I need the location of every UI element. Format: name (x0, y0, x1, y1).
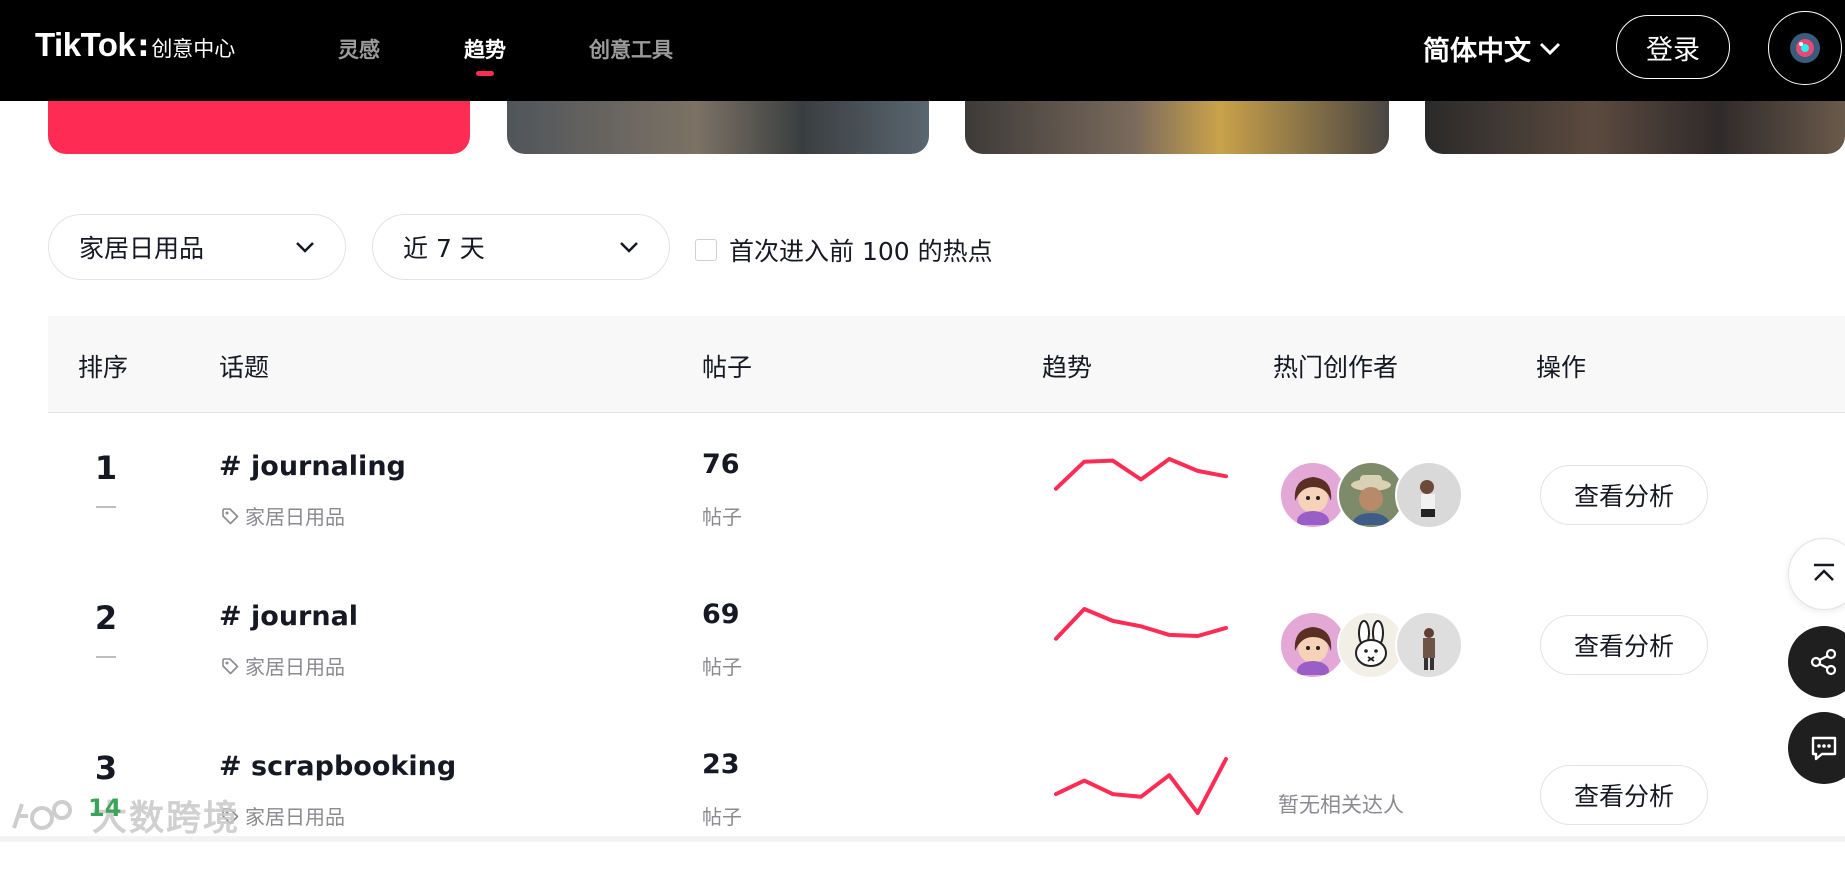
top-creators (1279, 611, 1463, 679)
trend-line (1054, 757, 1228, 815)
top-creators (1279, 461, 1463, 529)
header-creators: 热门创作者 (1273, 353, 1399, 382)
new-to-top100-label: 首次进入前 100 的热点 (729, 237, 993, 266)
creator-avatar[interactable] (1395, 611, 1463, 679)
chat-icon (1811, 736, 1837, 761)
view-analytics-button[interactable]: 查看分析 (1540, 465, 1708, 525)
cartoon-girl-avatar (1294, 477, 1332, 525)
trend-sparkline (1054, 457, 1228, 491)
hat-man-avatar (1351, 475, 1391, 525)
table-row[interactable]: 1 # journaling 家居日用品 76 帖子 查看分析 (0, 427, 1845, 577)
view-analytics-button[interactable]: 查看分析 (1540, 765, 1708, 825)
chevron-down-icon (620, 242, 638, 253)
logo-subtitle: 创意中心 (151, 37, 236, 61)
topic-hashtag[interactable]: # scrapbooking (219, 751, 456, 782)
period-select[interactable]: 近 7 天 (372, 214, 670, 280)
nav-item-creative-tools[interactable]: 创意工具 (589, 34, 673, 64)
view-analytics-button[interactable]: 查看分析 (1540, 615, 1708, 675)
watermark-badge: 14 (88, 794, 122, 822)
share-icon (1810, 648, 1837, 676)
tag-icon (222, 657, 239, 674)
rank-number: 3 (94, 749, 118, 787)
trend-line (1054, 457, 1228, 491)
tiktok-creative-center-logo[interactable]: TikTok : 创意中心 (35, 26, 235, 64)
category-label: 家居日用品 (245, 655, 345, 679)
avatar-icon (1790, 33, 1820, 63)
top-nav: TikTok : 创意中心 灵感 趋势 创意工具 简体中文 登录 (0, 0, 1845, 101)
header-action: 操作 (1536, 353, 1587, 382)
user-avatar-button[interactable] (1768, 11, 1842, 85)
woman-standing-avatar (1423, 628, 1435, 670)
login-button[interactable]: 登录 (1616, 15, 1730, 79)
topic-hashtag[interactable]: # journaling (219, 451, 406, 482)
posts-count: 23 (702, 749, 740, 780)
header-rank: 排序 (78, 353, 129, 382)
header-trend: 趋势 (1042, 353, 1093, 382)
table-header: 排序 话题 帖子 趋势 热门创作者 操作 (48, 316, 1845, 413)
nav-item-inspiration[interactable]: 灵感 (338, 34, 380, 64)
tag-icon (222, 507, 239, 524)
watermark-logo-icon (12, 799, 72, 830)
watermark: 大数跨境 (10, 790, 240, 841)
topic-category: 家居日用品 (221, 651, 345, 680)
posts-count: 69 (702, 599, 740, 630)
posts-count: 76 (702, 449, 740, 480)
trend-line (1054, 607, 1228, 641)
period-select-value: 近 7 天 (403, 234, 485, 263)
rank-number: 1 (94, 449, 118, 487)
language-label: 简体中文 (1423, 36, 1531, 67)
trend-sparkline (1054, 757, 1228, 815)
new-to-top100-filter[interactable]: 首次进入前 100 的热点 (695, 232, 993, 268)
category-label: 家居日用品 (245, 505, 345, 529)
header-topic: 话题 (219, 353, 270, 382)
chevron-down-icon (296, 242, 314, 253)
trend-sparkline (1054, 607, 1228, 641)
language-selector[interactable]: 简体中文 (1423, 29, 1561, 68)
back-to-top-icon (1814, 563, 1834, 581)
header-posts: 帖子 (702, 353, 753, 382)
active-tab-indicator (476, 71, 494, 76)
no-creators-text: 暂无相关达人 (1278, 793, 1404, 817)
topic-category: 家居日用品 (221, 501, 345, 530)
topic-hashtag[interactable]: # journal (219, 601, 358, 632)
cartoon-girl-avatar (1294, 627, 1332, 675)
chevron-down-icon (1539, 42, 1561, 55)
new-to-top100-checkbox[interactable] (695, 239, 717, 261)
rank-change-indicator (96, 506, 116, 508)
logo-wordmark: TikTok (35, 26, 136, 63)
table-row[interactable]: 2 # journal 家居日用品 69 帖子 查看分析 (0, 577, 1845, 727)
rank-change-indicator (96, 656, 116, 658)
bunny-avatar (1355, 620, 1387, 667)
creator-avatar[interactable] (1395, 461, 1463, 529)
bottom-edge (0, 836, 1845, 842)
category-label: 家居日用品 (245, 805, 345, 829)
woman-avatar (1420, 480, 1435, 517)
table-row[interactable]: 3 # scrapbooking 家居日用品 23 帖子 暂无相关达人 查看分析 (0, 727, 1845, 877)
posts-label: 帖子 (702, 805, 742, 829)
logo-separator: : (137, 29, 150, 64)
rank-number: 2 (94, 599, 118, 637)
posts-label: 帖子 (702, 655, 742, 679)
industry-select[interactable]: 家居日用品 (48, 214, 346, 280)
industry-select-value: 家居日用品 (79, 234, 205, 263)
nav-item-trends[interactable]: 趋势 (464, 34, 506, 64)
posts-label: 帖子 (702, 505, 742, 529)
